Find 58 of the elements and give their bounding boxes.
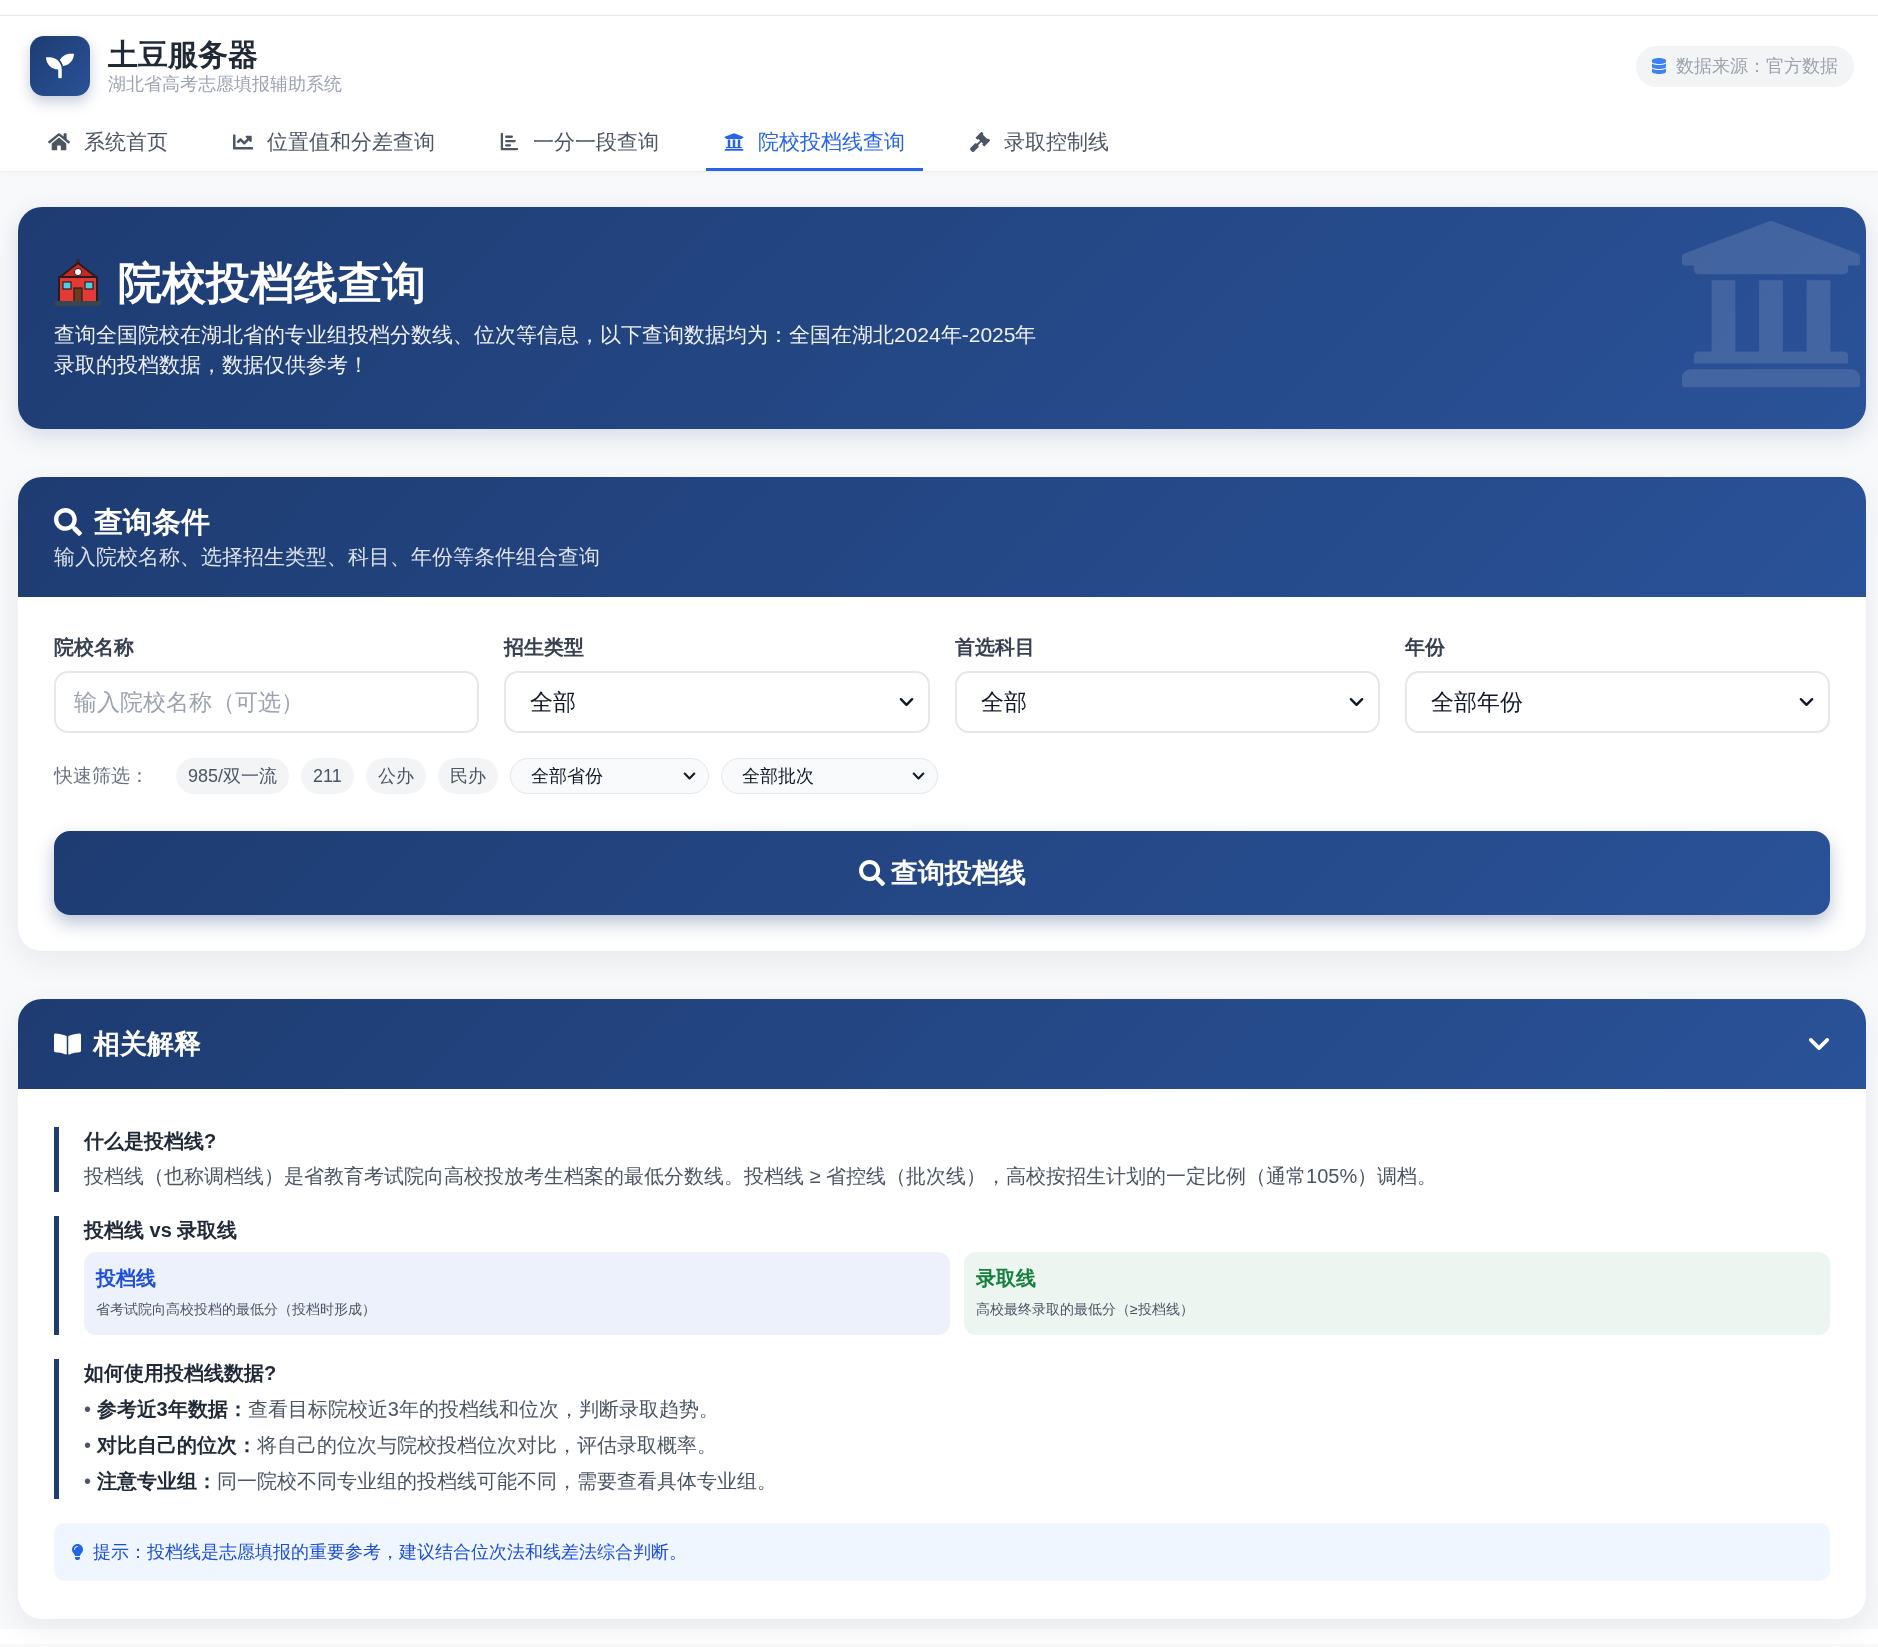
chevron-down-icon[interactable]: [1808, 1037, 1830, 1051]
sprout-logo-icon: [30, 36, 90, 96]
definition-text: 高校最终录取的最低分（≥投档线）: [976, 1300, 1195, 1319]
bullet-item: • 注意专业组：同一院校不同专业组的投档线可能不同，需要查看具体专业组。: [84, 1469, 778, 1494]
filter-chip[interactable]: 985/双一流: [176, 758, 290, 794]
database-icon: [1652, 58, 1666, 74]
banner-title: 院校投档线查询: [118, 257, 426, 309]
filter-dropdown[interactable]: 全部省份: [509, 758, 709, 794]
nav-tab[interactable]: 系统首页: [30, 112, 186, 171]
filter-chip[interactable]: 公办: [365, 758, 426, 794]
search-icon: [858, 860, 885, 886]
school-building-icon: [54, 259, 102, 307]
bullet-item: • 参考近3年数据：查看目标院校近3年的投档线和位次，判断录取趋势。: [84, 1397, 720, 1422]
nav-tab[interactable]: 位置值和分差查询: [215, 112, 453, 171]
lightbulb-icon: [72, 1544, 83, 1560]
dropdown-select[interactable]: 全部: [504, 671, 930, 733]
section-title: 如何使用投档线数据?: [84, 1361, 278, 1386]
filter-dropdown[interactable]: 全部批次: [720, 758, 938, 794]
search-button[interactable]: 查询投档线: [54, 831, 1830, 915]
dropdown-select[interactable]: 全部: [954, 671, 1380, 733]
open-book-icon: [54, 1032, 81, 1056]
card-subtitle: 输入院校名称、选择招生类型、科目、年份等条件组合查询: [54, 544, 601, 570]
home-icon: [48, 131, 70, 152]
card-title: 查询条件: [94, 505, 210, 540]
quick-filter-label: 快速筛选：: [54, 764, 149, 788]
gavel-icon: [970, 131, 990, 152]
nav-tab[interactable]: 录取控制线: [952, 112, 1127, 171]
chevron-down-icon: [1799, 697, 1814, 707]
chevron-down-icon: [1348, 697, 1364, 707]
nav-tab[interactable]: 院校投档线查询: [706, 112, 923, 171]
nav-tab[interactable]: 一分一段查询: [482, 112, 677, 171]
field-label: 院校名称: [54, 635, 135, 660]
chevron-down-icon: [682, 772, 696, 780]
bullet-item: • 对比自己的位次：将自己的位次与院校投档位次对比，评估录取概率。: [84, 1433, 718, 1458]
section-title: 投档线 vs 录取线: [84, 1218, 239, 1243]
field-label: 首选科目: [954, 635, 1036, 660]
definition-title: 录取线: [976, 1266, 1037, 1291]
definition-text: 省考试院向高校投档的最低分（投档时形成）: [96, 1300, 377, 1319]
dropdown-select[interactable]: 全部年份: [1404, 671, 1830, 733]
search-icon: [54, 508, 82, 536]
field-label: 招生类型: [504, 635, 586, 660]
columns-building-icon: [724, 131, 744, 152]
text-input[interactable]: 输入院校名称（可选）: [54, 671, 480, 733]
chevron-down-icon: [911, 772, 925, 780]
card-title: 相关解释: [93, 1028, 201, 1061]
app-subtitle: 湖北省高考志愿填报辅助系统: [108, 73, 342, 95]
section-title: 什么是投档线?: [84, 1129, 218, 1154]
banner-description: 查询全国院校在湖北省的专业组投档分数线、位次等信息，以下查询数据均为：全国在湖北2024年-2025年录取的投档数据，数据仅供参考！: [54, 322, 1038, 378]
app-title: 土豆服务器: [108, 37, 259, 73]
bar-chart-icon: [500, 132, 519, 151]
data-source-text: 数据来源：官方数据: [1676, 55, 1838, 78]
filter-chip[interactable]: 民办: [437, 758, 498, 794]
tip-text: 提示：投档线是志愿填报的重要参考，建议结合位次法和线差法综合判断。: [93, 1541, 687, 1564]
filter-chip[interactable]: 211: [301, 758, 354, 794]
field-label: 年份: [1404, 635, 1446, 660]
definition-title: 投档线: [96, 1266, 157, 1291]
chevron-down-icon: [898, 697, 914, 707]
section-text: 投档线（也称调档线）是省教育考试院向高校投放考生档案的最低分数线。投档线 ≥ 省控线（批次线），高校按招生计划的一定比例（通常105%）调档。: [84, 1164, 1439, 1189]
